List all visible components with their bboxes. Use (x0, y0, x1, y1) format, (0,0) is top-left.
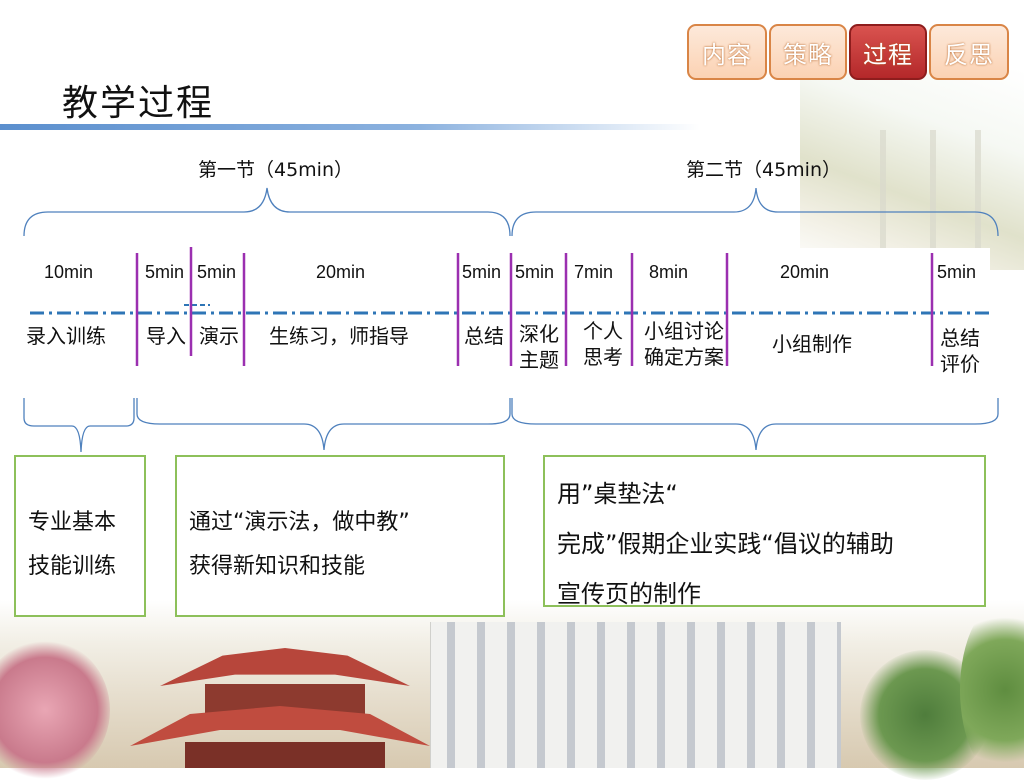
timeline-lines (23, 247, 999, 453)
segment-time: 5min (462, 262, 502, 282)
segment-activity: 录入训练 (26, 324, 106, 348)
segment-time: 5min (197, 262, 237, 282)
segment-time: 20min (780, 262, 830, 282)
segment-activity: 总结 (464, 324, 504, 348)
segment-activity: 总结 评价 (940, 326, 980, 376)
segment-time: 7min (574, 262, 614, 282)
segment-time: 20min (316, 262, 366, 282)
segment-activity: 导入 (146, 324, 186, 348)
segment-activity: 生练习，师指导 (269, 324, 409, 348)
segment-activity: 个人 思考 (583, 319, 623, 369)
segment-activity: 深化 主题 (519, 322, 559, 372)
bottom-brace-3 (511, 398, 999, 451)
summary-box-project: 用”桌垫法“ 完成”假期企业实践“倡议的辅助 宣传页的制作 (543, 455, 986, 608)
segment-time: 5min (145, 262, 185, 282)
segment-activity: 小组讨论 确定方案 (644, 319, 724, 369)
bottom-brace-2 (136, 398, 511, 451)
bottom-brace-1 (23, 398, 135, 453)
segment-time: 5min (515, 262, 555, 282)
segment-activity: 演示 (199, 324, 239, 348)
summary-box-demonstration: 通过“演示法，做中教” 获得新知识和技能 (175, 455, 505, 617)
segment-time: 10min (44, 262, 94, 282)
summary-box-skills: 专业基本 技能训练 (14, 455, 146, 617)
segment-activity: 小组制作 (772, 332, 852, 356)
segment-time: 5min (937, 262, 977, 282)
segment-time: 8min (649, 262, 689, 282)
